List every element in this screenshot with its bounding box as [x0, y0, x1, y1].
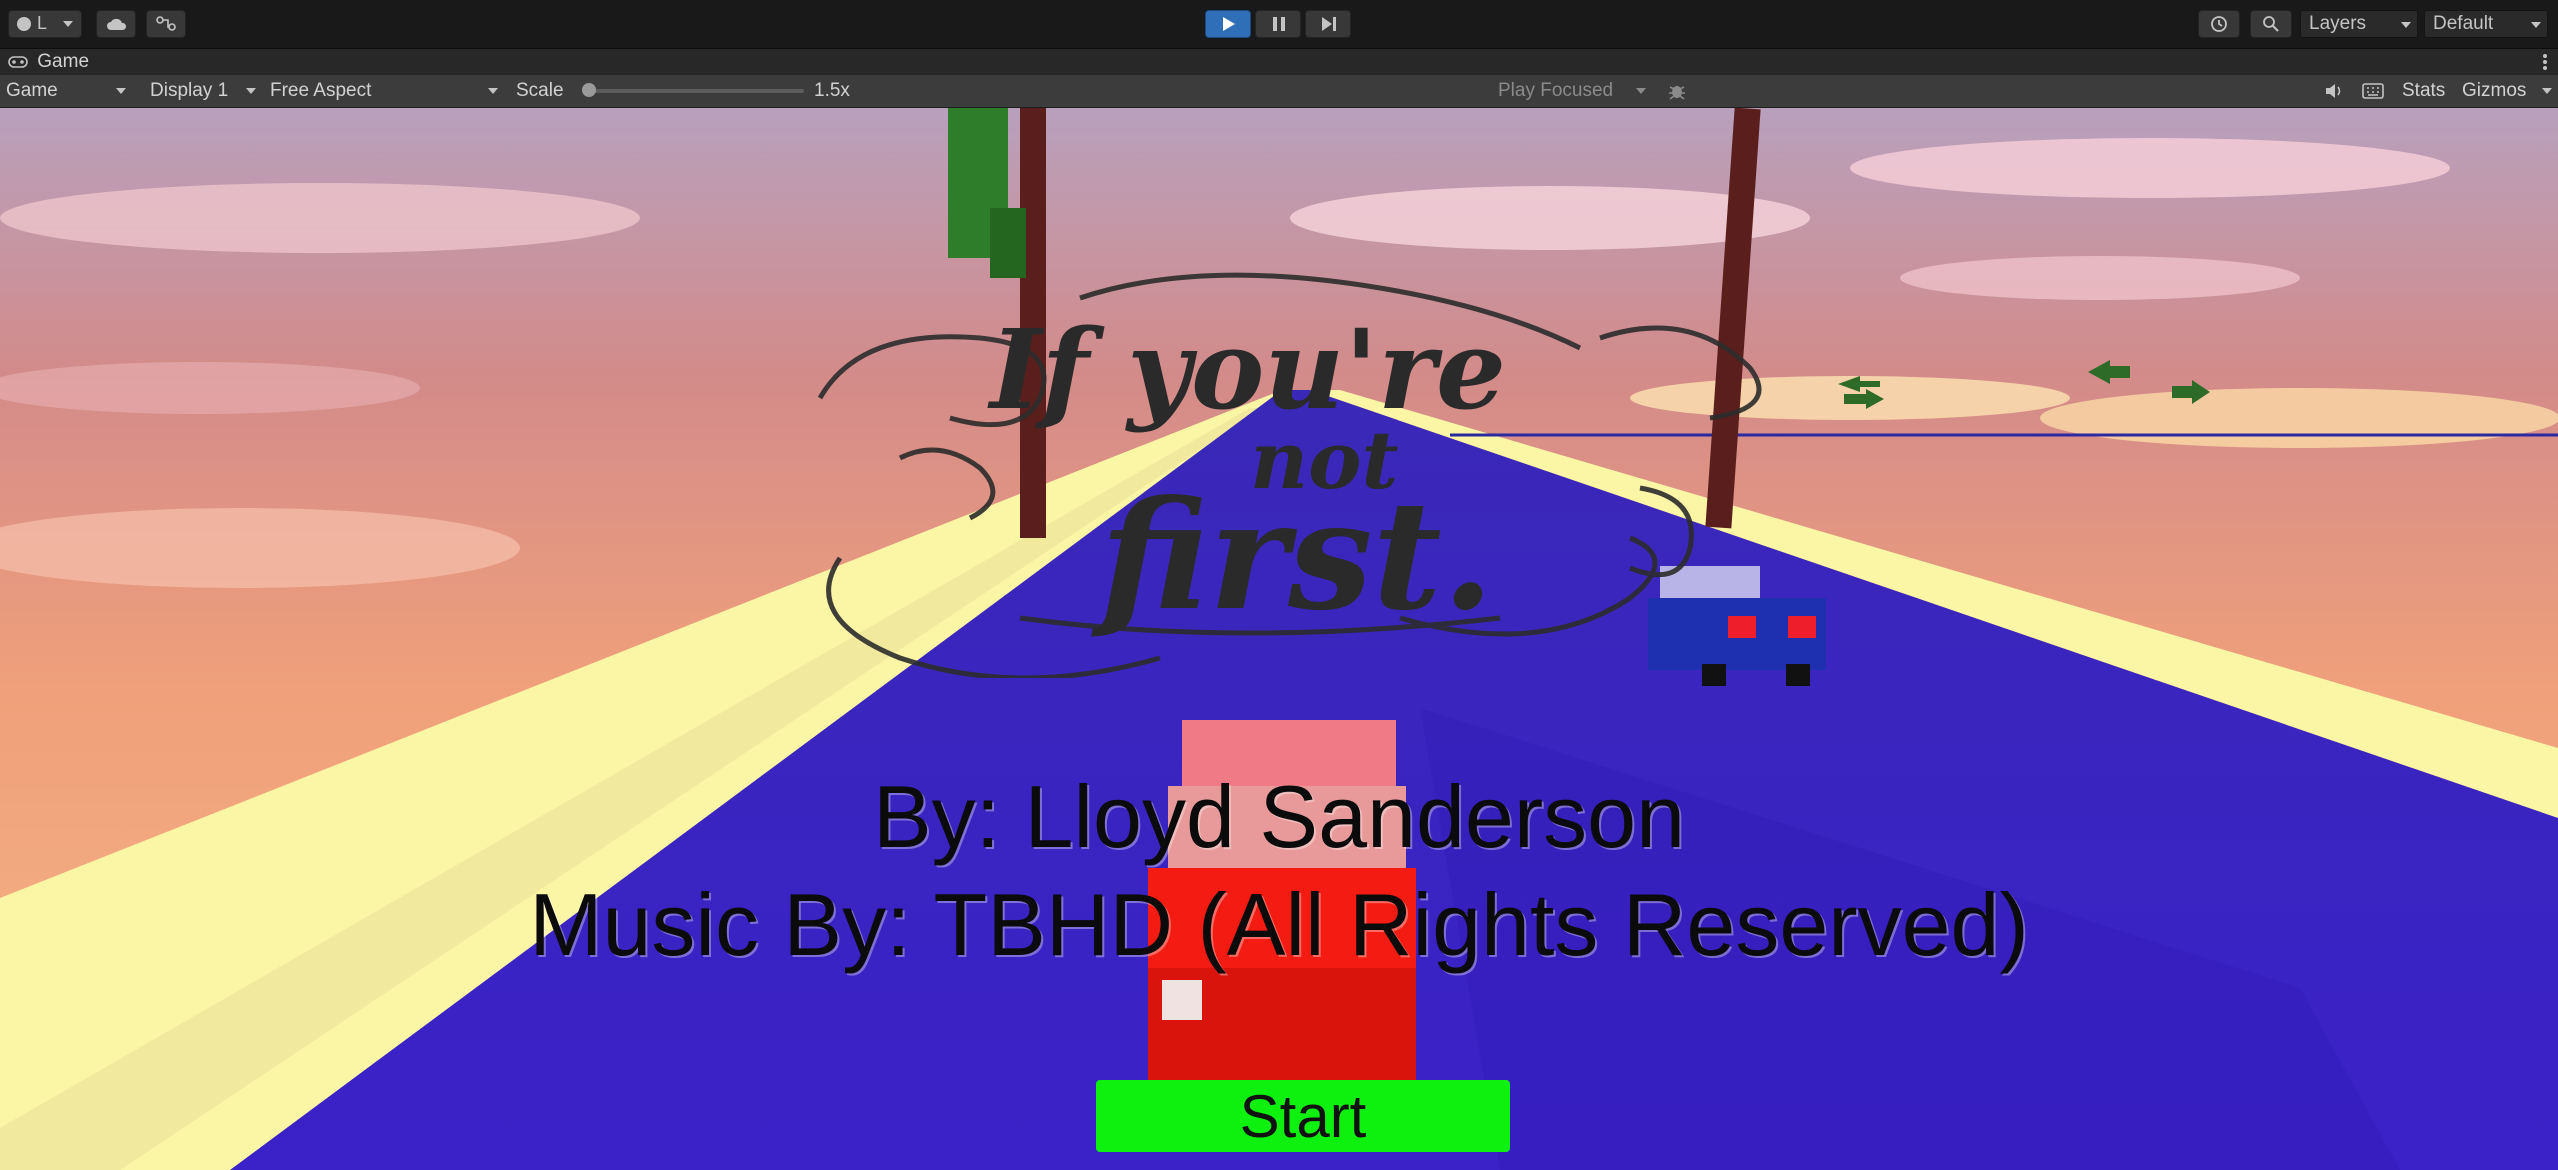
start-button-label: Start — [1239, 1082, 1367, 1150]
credit-author: By: Lloyd Sanderson — [872, 767, 1686, 866]
view-mode-label: Game — [6, 80, 58, 101]
step-icon — [1322, 17, 1336, 31]
window-tab-bar: Game — [0, 49, 2558, 75]
audio-icon — [2326, 84, 2341, 98]
layout-dropdown[interactable]: Default — [2424, 10, 2548, 38]
game-viewport[interactable]: If you're not first. By: Lloyd Sanderson… — [0, 108, 2558, 1170]
bug-button[interactable] — [1662, 79, 1692, 103]
game-title-logo: If you're not first. — [817, 272, 1762, 678]
gizmos-dropdown[interactable]: Gizmos — [2456, 77, 2558, 105]
pause-icon — [1273, 17, 1285, 31]
chevron-down-icon — [116, 88, 126, 94]
history-button[interactable] — [2198, 10, 2240, 38]
pause-button[interactable] — [1255, 10, 1301, 38]
play-mode-dropdown[interactable]: Play Focused — [1492, 77, 1652, 105]
more-button[interactable] — [2542, 52, 2550, 72]
cloud — [1850, 138, 2450, 198]
tab-game[interactable]: Game — [8, 49, 89, 75]
display-dropdown[interactable]: Display 1 — [144, 77, 262, 105]
step-button[interactable] — [1305, 10, 1351, 38]
scale-value: 1.5x — [814, 80, 850, 101]
chevron-down-icon — [63, 21, 73, 27]
display-label: Display 1 — [150, 80, 229, 101]
title-line-3: first. — [1091, 468, 1494, 644]
view-mode-dropdown[interactable]: Game — [0, 77, 132, 105]
cloud — [0, 362, 420, 414]
tab-game-label: Game — [37, 51, 90, 72]
credit-music: Music By: TBHD (All Rights Reserved) — [529, 875, 2029, 974]
account-button[interactable]: L — [8, 10, 82, 38]
scale-slider-thumb[interactable] — [582, 83, 596, 97]
stats-button[interactable]: Stats — [2402, 75, 2445, 107]
chevron-down-icon — [488, 88, 498, 94]
chevron-down-icon — [2542, 88, 2552, 94]
layout-label: Default — [2433, 13, 2494, 34]
cloud — [0, 183, 640, 253]
chevron-down-icon — [2531, 22, 2541, 28]
mute-audio-button[interactable] — [2320, 79, 2348, 103]
cloud-icon — [107, 18, 127, 30]
cloud-button[interactable] — [96, 10, 136, 38]
game-icon — [8, 56, 28, 68]
shortcuts-button[interactable] — [2358, 79, 2388, 103]
collab-button[interactable] — [146, 10, 186, 38]
aspect-dropdown[interactable]: Free Aspect — [264, 77, 504, 105]
collab-icon — [156, 16, 176, 31]
chevron-down-icon — [246, 88, 256, 94]
account-label: L — [37, 13, 48, 33]
scale-slider[interactable] — [582, 83, 804, 97]
game-control-bar: Game Display 1 Free Aspect Scale 1.5x Pl… — [0, 75, 2558, 108]
more-icon — [2543, 54, 2547, 70]
gizmos-label: Gizmos — [2462, 80, 2527, 101]
layers-label: Layers — [2309, 13, 2367, 34]
aspect-label: Free Aspect — [270, 80, 372, 101]
account-icon — [17, 17, 31, 31]
layers-dropdown[interactable]: Layers — [2300, 10, 2418, 38]
search-icon — [2263, 16, 2279, 32]
bug-icon — [1669, 86, 1685, 100]
keyboard-icon — [2362, 83, 2384, 99]
cloud — [2040, 388, 2558, 448]
play-mode-label: Play Focused — [1498, 80, 1614, 101]
chevron-down-icon — [2401, 22, 2411, 28]
title-line-1: If you're — [987, 305, 1506, 434]
history-icon — [2211, 16, 2227, 32]
scale-label: Scale — [516, 80, 564, 101]
search-button[interactable] — [2250, 10, 2292, 38]
play-button[interactable] — [1205, 10, 1251, 38]
cloud — [1900, 256, 2300, 300]
start-button[interactable]: Start — [1096, 1080, 1510, 1152]
main-toolbar: L Layers Default — [0, 0, 2558, 49]
chevron-down-icon — [1636, 88, 1646, 94]
play-icon — [1223, 17, 1235, 31]
